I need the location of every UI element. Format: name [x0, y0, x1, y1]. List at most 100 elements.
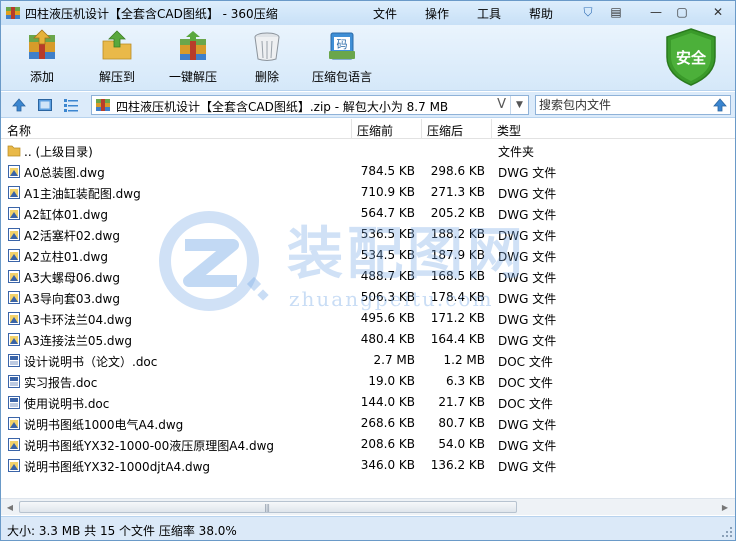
file-name: A3导向套03.dwg [24, 292, 120, 306]
file-row[interactable]: A3连接法兰05.dwg 480.4 KB 164.4 KB DWG 文件 [1, 329, 735, 350]
dwg-file-icon [8, 459, 20, 472]
path-field[interactable]: 四柱液压机设计【全套含CAD图纸】.zip - 解包大小为 8.7 MB V ▼ [91, 95, 529, 115]
dwg-file-icon [8, 228, 20, 241]
file-size-before: 506.3 KB [360, 290, 415, 304]
menu-operation[interactable]: 操作 [425, 5, 449, 22]
extract-to-button[interactable]: 解压到 [92, 29, 142, 89]
scrollbar-thumb[interactable]: ||| [19, 501, 517, 513]
path-text: 四柱液压机设计【全套含CAD图纸】.zip - 解包大小为 8.7 MB [116, 100, 449, 114]
file-size-after: 80.7 KB [438, 416, 485, 430]
list-header: 名称 压缩前 压缩后 类型 [1, 119, 735, 139]
maximize-icon[interactable]: ▢ [671, 3, 693, 21]
archive-window: 四柱液压机设计【全套含CAD图纸】 - 360压缩 文件 操作 工具 帮助 ⛉ … [0, 0, 736, 541]
extract-to-icon [102, 30, 132, 60]
scroll-right-icon[interactable]: ▶ [717, 500, 733, 515]
file-row[interactable]: A3大螺母06.dwg 488.7 KB 168.5 KB DWG 文件 [1, 266, 735, 287]
file-row[interactable]: 说明书图纸1000电气A4.dwg 268.6 KB 80.7 KB DWG 文件 [1, 413, 735, 434]
file-row[interactable]: A2立柱01.dwg 534.5 KB 187.9 KB DWG 文件 [1, 245, 735, 266]
address-bar: 四柱液压机设计【全套含CAD图纸】.zip - 解包大小为 8.7 MB V ▼ [1, 92, 735, 118]
file-type: DWG 文件 [498, 229, 557, 243]
file-row[interactable]: A2活塞杆02.dwg 536.5 KB 188.2 KB DWG 文件 [1, 224, 735, 245]
horizontal-scrollbar[interactable]: ◀ ||| ▶ [1, 498, 735, 515]
file-size-after: 1.2 MB [443, 353, 485, 367]
file-type: DWG 文件 [498, 334, 557, 348]
file-type: DWG 文件 [498, 166, 557, 180]
scroll-left-icon[interactable]: ◀ [2, 500, 18, 515]
doc-file-icon [8, 354, 20, 367]
one-click-extract-button[interactable]: 一键解压 [165, 29, 221, 89]
file-type: DWG 文件 [498, 187, 557, 201]
minimize-icon[interactable]: — [645, 3, 667, 21]
close-icon[interactable]: ✕ [707, 3, 729, 21]
column-divider[interactable] [351, 119, 352, 139]
trash-icon [254, 32, 280, 61]
archive-language-badge: 码 [337, 38, 348, 51]
file-row[interactable]: 设计说明书（论文）.doc 2.7 MB 1.2 MB DOC 文件 [1, 350, 735, 371]
file-row[interactable]: A2缸体01.dwg 564.7 KB 205.2 KB DWG 文件 [1, 203, 735, 224]
window-title: 四柱液压机设计【全套含CAD图纸】 - 360压缩 [25, 7, 278, 21]
column-header-before[interactable]: 压缩前 [357, 122, 393, 139]
search-input[interactable] [539, 97, 707, 113]
extract-to-label: 解压到 [98, 70, 135, 84]
column-divider[interactable] [421, 119, 422, 139]
one-click-extract-label: 一键解压 [168, 70, 217, 84]
toolbar: 添加 解压到 一键解压 删除 码 压缩包语言 安全 [1, 25, 735, 91]
column-header-type[interactable]: 类型 [497, 122, 521, 139]
list-view-icon[interactable] [63, 97, 79, 113]
file-size-before: 564.7 KB [360, 206, 415, 220]
file-size-after: 136.2 KB [430, 458, 485, 472]
dwg-file-icon [8, 270, 20, 283]
file-row[interactable]: 实习报告.doc 19.0 KB 6.3 KB DOC 文件 [1, 371, 735, 392]
file-row[interactable]: A3卡环法兰04.dwg 495.6 KB 171.2 KB DWG 文件 [1, 308, 735, 329]
parent-folder-row[interactable]: .. (上级目录) 文件夹 [1, 140, 735, 161]
file-size-before: 784.5 KB [360, 164, 415, 178]
column-header-name[interactable]: 名称 [7, 122, 31, 139]
one-click-extract-icon [180, 31, 206, 60]
menu-help[interactable]: 帮助 [529, 5, 553, 22]
tile-view-icon[interactable] [37, 97, 53, 113]
search-field[interactable] [535, 95, 731, 115]
file-row[interactable]: A3导向套03.dwg 506.3 KB 178.4 KB DWG 文件 [1, 287, 735, 308]
file-size-after: 21.7 KB [438, 395, 485, 409]
file-type: DWG 文件 [498, 418, 557, 432]
archive-language-icon: 码 [329, 32, 355, 60]
file-row[interactable]: 说明书图纸YX32-1000djtA4.dwg 346.0 KB 136.2 KB D… [1, 455, 735, 476]
file-name: 实习报告.doc [24, 376, 98, 390]
menu-file[interactable]: 文件 [373, 5, 397, 22]
menu-tools[interactable]: 工具 [477, 5, 501, 22]
file-name: A2立柱01.dwg [24, 250, 108, 264]
dwg-file-icon [8, 438, 20, 451]
v-glyph: V [497, 97, 506, 112]
dwg-file-icon [8, 333, 20, 346]
file-size-before: 268.6 KB [360, 416, 415, 430]
search-up-icon[interactable] [712, 97, 728, 113]
file-name: 设计说明书（论文）.doc [24, 355, 158, 369]
app-icon [6, 7, 20, 19]
file-row[interactable]: 使用说明书.doc 144.0 KB 21.7 KB DOC 文件 [1, 392, 735, 413]
file-name: 使用说明书.doc [24, 397, 110, 411]
file-row[interactable]: 说明书图纸YX32-1000-00液压原理图A4.dwg 208.6 KB 54.0… [1, 434, 735, 455]
safe-shield-badge[interactable]: 安全 [663, 27, 719, 87]
dwg-file-icon [8, 165, 20, 178]
file-row[interactable]: A1主油缸装配图.dwg 710.9 KB 271.3 KB DWG 文件 [1, 182, 735, 203]
file-type: DWG 文件 [498, 271, 557, 285]
skin-icon[interactable]: ⛉ [577, 3, 599, 21]
file-size-after: 187.9 KB [430, 248, 485, 262]
file-type: DOC 文件 [498, 376, 553, 390]
file-size-before: 536.5 KB [360, 227, 415, 241]
column-header-after[interactable]: 压缩后 [427, 122, 463, 139]
dwg-file-icon [8, 186, 20, 199]
file-row[interactable]: A0总装图.dwg 784.5 KB 298.6 KB DWG 文件 [1, 161, 735, 182]
path-dropdown-icon[interactable]: ▼ [510, 96, 528, 114]
add-button[interactable]: 添加 [17, 29, 67, 89]
resize-grip-icon[interactable] [721, 526, 733, 538]
column-divider[interactable] [491, 119, 492, 139]
archive-language-button[interactable]: 码 压缩包语言 [311, 29, 373, 89]
file-size-after: 271.3 KB [430, 185, 485, 199]
file-size-after: 205.2 KB [430, 206, 485, 220]
file-size-before: 19.0 KB [368, 374, 415, 388]
delete-button[interactable]: 删除 [245, 29, 289, 89]
main-menu-icon[interactable]: ▤ [605, 3, 627, 21]
up-arrow-icon[interactable] [11, 97, 27, 113]
status-text: 大小: 3.3 MB 共 15 个文件 压缩率 38.0% [7, 524, 237, 538]
